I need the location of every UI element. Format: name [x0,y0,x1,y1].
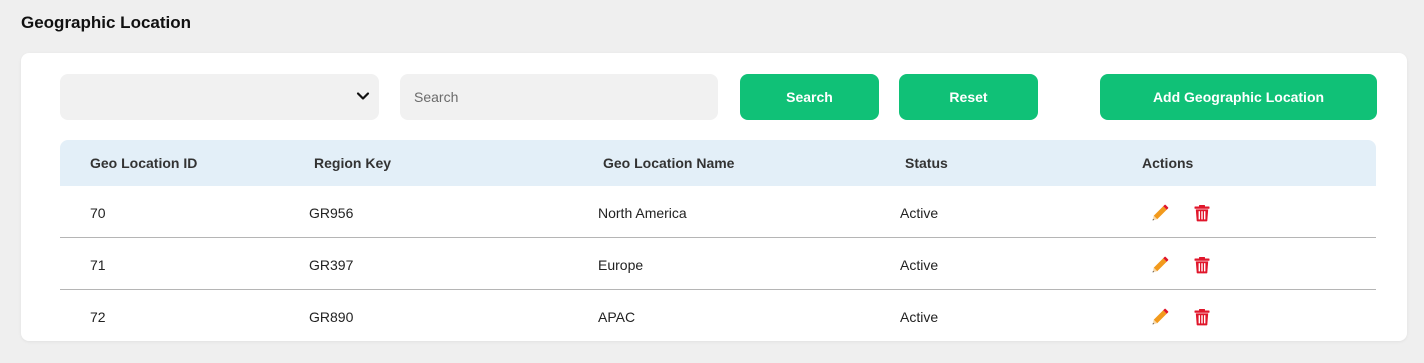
header-geo-location-id: Geo Location ID [90,155,198,171]
pencil-icon[interactable] [1151,204,1169,222]
trash-icon[interactable] [1193,308,1211,326]
trash-icon[interactable] [1193,204,1211,222]
geo-location-card: Search Reset Add Geographic Location Geo… [21,53,1407,341]
header-actions: Actions [1142,155,1194,171]
cell-region-key: GR890 [309,309,354,325]
cell-geo-location-name: North America [598,205,687,221]
search-input[interactable] [400,74,718,120]
cell-geo-location-id: 70 [90,205,106,221]
trash-icon[interactable] [1193,256,1211,274]
cell-region-key: GR397 [309,257,354,273]
header-status: Status [905,155,948,171]
geo-location-table: Geo Location ID Region Key Geo Location … [60,140,1376,342]
table-row: 70 GR956 North America Active [60,186,1376,238]
cell-geo-location-id: 72 [90,309,106,325]
add-geographic-location-button[interactable]: Add Geographic Location [1100,74,1377,120]
row-actions [1151,308,1211,326]
pencil-icon[interactable] [1151,256,1169,274]
table-row: 71 GR397 Europe Active [60,238,1376,290]
header-region-key: Region Key [314,155,392,171]
cell-geo-location-id: 71 [90,257,106,273]
page-title: Geographic Location [21,13,192,32]
cell-status: Active [900,257,939,273]
row-actions [1151,204,1211,222]
cell-status: Active [900,309,939,325]
table-header: Geo Location ID Region Key Geo Location … [60,140,1376,186]
header-geo-location-name: Geo Location Name [603,155,735,171]
cell-geo-location-name: Europe [598,257,644,273]
table-row: 72 GR890 APAC Active [60,290,1376,342]
toolbar: Search Reset Add Geographic Location [21,53,1407,133]
search-button[interactable]: Search [740,74,879,120]
cell-status: Active [900,205,939,221]
row-actions [1151,256,1211,274]
cell-region-key: GR956 [309,205,354,221]
pencil-icon[interactable] [1151,308,1169,326]
filter-select[interactable] [60,74,379,120]
reset-button[interactable]: Reset [899,74,1038,120]
chevron-down-icon [356,92,370,100]
cell-geo-location-name: APAC [598,309,636,325]
